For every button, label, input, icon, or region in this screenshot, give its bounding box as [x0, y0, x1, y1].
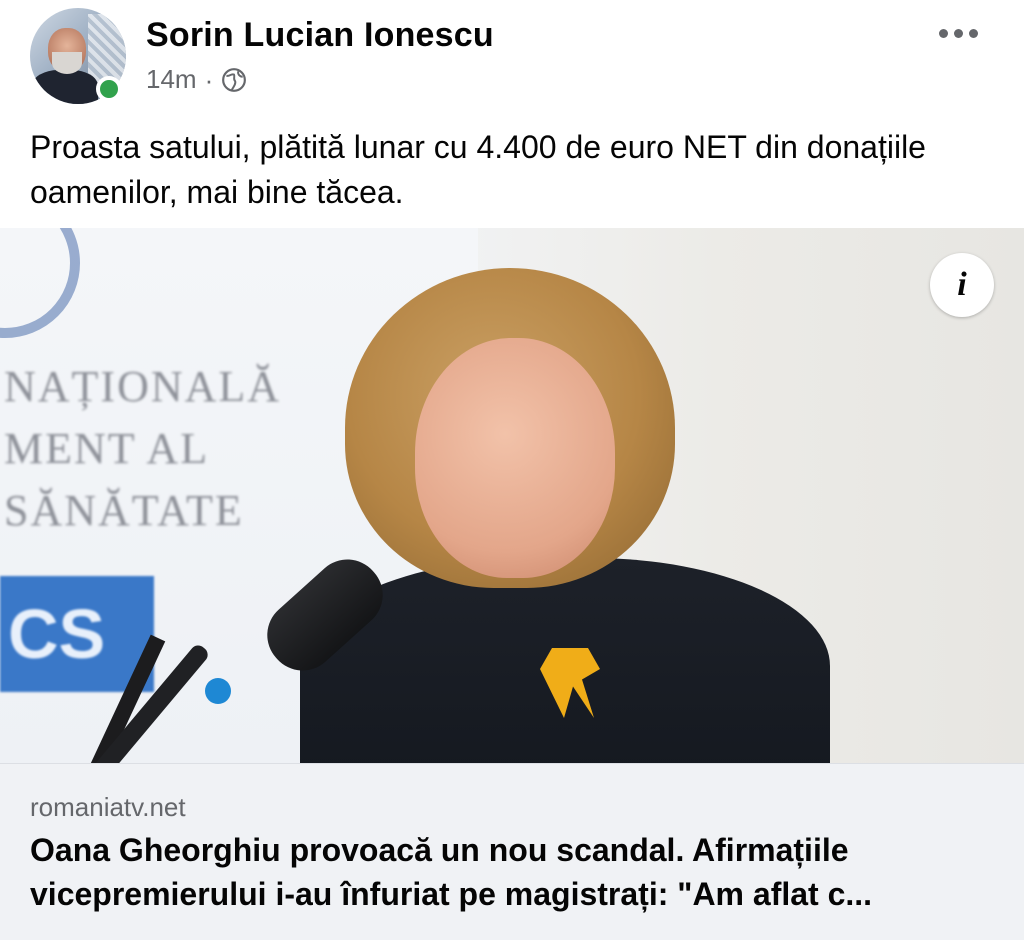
banner-text: NAȚIONALĂ MENT AL SĂNĂTATE — [4, 362, 282, 535]
more-dot-icon — [938, 28, 948, 38]
person-face — [415, 338, 615, 578]
author-avatar[interactable] — [30, 8, 126, 104]
post-header: Sorin Lucian Ionescu 14m · — [0, 0, 1024, 120]
online-status-indicator — [96, 76, 122, 102]
avatar-beard — [52, 52, 82, 74]
microphone-ring — [205, 678, 231, 704]
post-text: Proasta satului, plătită lunar cu 4.400 … — [30, 129, 926, 210]
seal-logo — [0, 228, 80, 338]
info-button[interactable]: i — [930, 253, 994, 317]
post-timestamp[interactable]: 14m — [146, 64, 197, 95]
more-dot-icon — [968, 28, 978, 38]
link-preview-footer[interactable]: romaniatv.net Oana Gheorghiu provoacă un… — [0, 763, 1024, 940]
more-dot-icon — [953, 28, 963, 38]
more-options-button[interactable] — [928, 18, 988, 48]
post-meta: 14m · — [146, 64, 247, 95]
link-preview-card[interactable]: NAȚIONALĂ MENT AL SĂNĂTATE CS i romaniat… — [0, 228, 1024, 940]
globe-icon[interactable] — [221, 67, 247, 93]
link-preview-image[interactable]: NAȚIONALĂ MENT AL SĂNĂTATE CS i — [0, 228, 1024, 763]
link-title[interactable]: Oana Gheorghiu provoacă un nou scandal. … — [30, 828, 1000, 916]
avatar-background-art — [88, 14, 126, 84]
avatar-shirt — [32, 70, 98, 104]
link-domain: romaniatv.net — [30, 792, 186, 822]
author-name[interactable]: Sorin Lucian Ionescu — [146, 16, 494, 55]
meta-separator: · — [204, 64, 214, 95]
